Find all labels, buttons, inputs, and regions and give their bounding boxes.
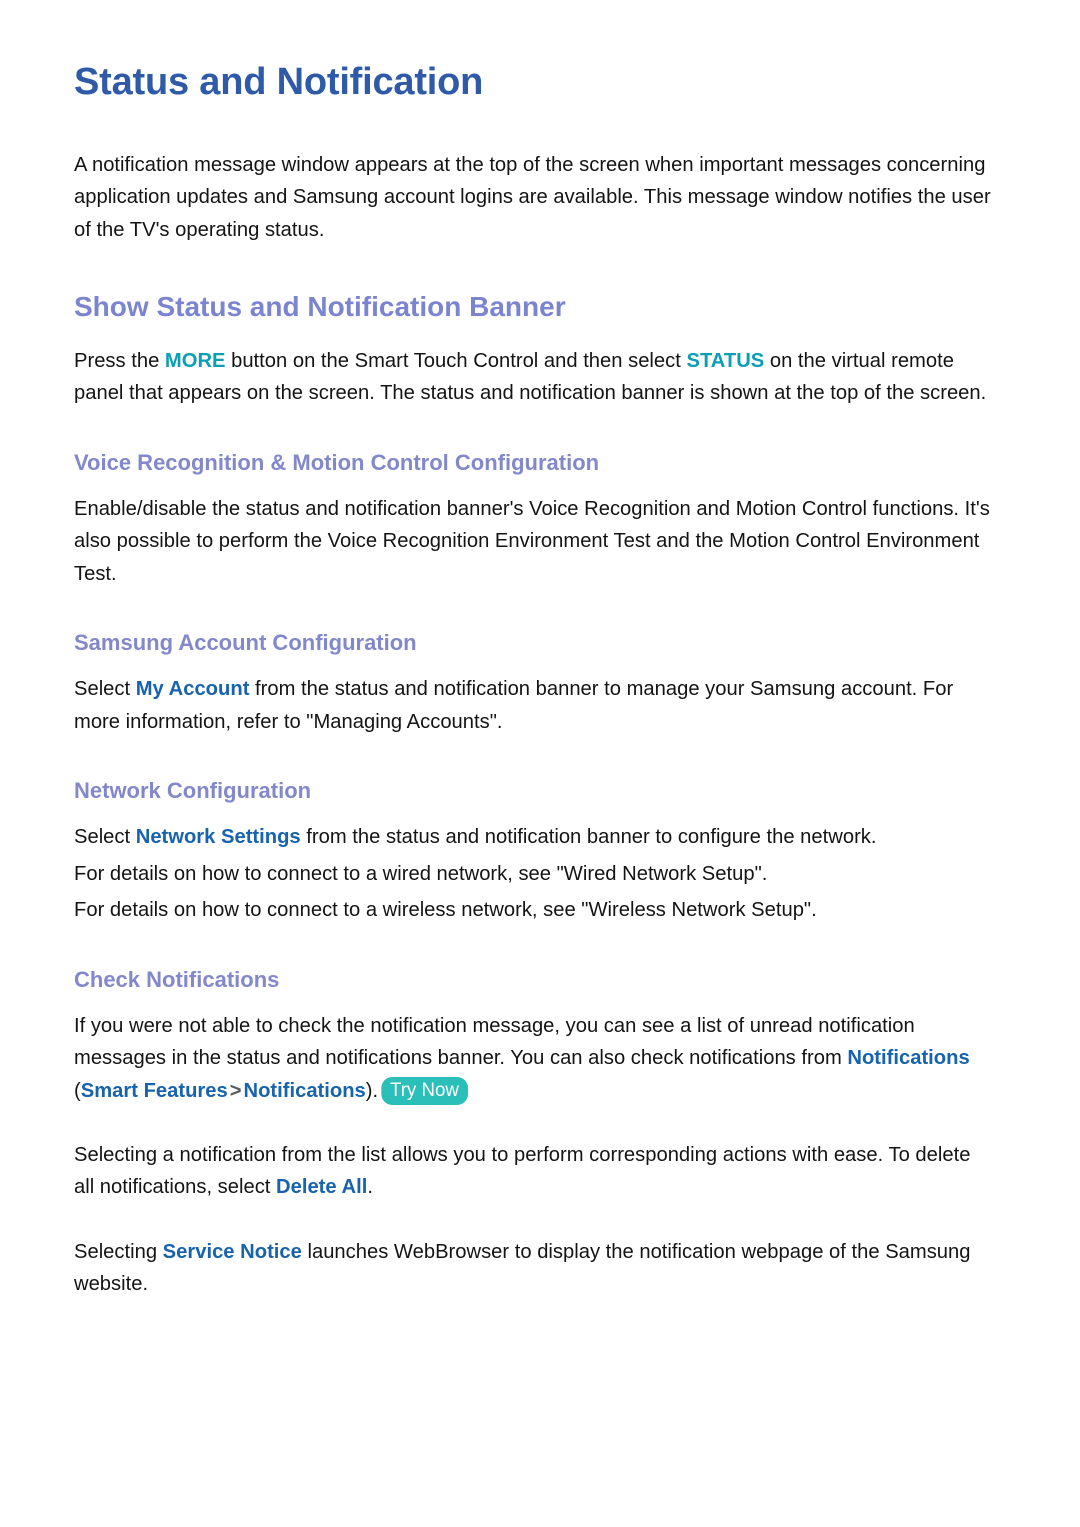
section-heading-show-status-banner: Show Status and Notification Banner (74, 291, 566, 323)
term-notifications-path[interactable]: Notifications (243, 1079, 365, 1102)
subsection-paragraph-voice-recognition: Enable/disable the status and notificati… (74, 497, 990, 585)
document-page: Status and Notification A notification m… (0, 0, 1080, 1527)
intro-paragraph: A notification message window appears at… (74, 153, 991, 241)
term-network-settings[interactable]: Network Settings (136, 825, 301, 848)
sub-heading-samsung-account-configuration: Samsung Account Configuration (74, 630, 417, 656)
text-fragment: Selecting (74, 1239, 163, 1263)
check-notifications-paragraph-1: If you were not able to check the notifi… (74, 1010, 996, 1107)
network-config-line-3: For details on how to connect to a wirel… (74, 898, 817, 922)
text-fragment: button on the Smart Touch Control and th… (225, 348, 687, 372)
sub-heading-voice-recognition-motion-control: Voice Recognition & Motion Control Confi… (74, 449, 600, 475)
page-title: Status and Notification (74, 61, 484, 103)
text-fragment: Select (74, 677, 136, 701)
text-fragment: from the status and notification banner … (300, 825, 877, 849)
path-separator-icon: > (229, 1078, 242, 1102)
text-fragment: Selecting a notification from the list a… (74, 1143, 971, 1199)
sub-heading-network-configuration: Network Configuration (74, 778, 312, 804)
term-delete-all[interactable]: Delete All (276, 1175, 367, 1198)
term-more[interactable]: MORE (165, 349, 226, 372)
term-my-account[interactable]: My Account (136, 677, 250, 700)
sub-heading-check-notifications: Check Notifications (74, 966, 280, 992)
close-paren: ). (365, 1078, 379, 1102)
text-fragment: Select (74, 825, 136, 849)
subsection-paragraph-samsung-account: Select My Account from the status and no… (74, 673, 996, 738)
network-config-line-2: For details on how to connect to a wired… (74, 861, 768, 885)
term-smart-features[interactable]: Smart Features (81, 1079, 228, 1102)
open-paren: ( (74, 1078, 81, 1102)
term-notifications[interactable]: Notifications (847, 1046, 969, 1069)
check-notifications-paragraph-3: Selecting Service Notice launches WebBro… (74, 1236, 996, 1301)
text-fragment: . (367, 1175, 373, 1199)
term-service-notice[interactable]: Service Notice (163, 1240, 302, 1263)
text-fragment: If you were not able to check the notifi… (74, 1013, 915, 1070)
try-now-badge[interactable]: Try Now (381, 1076, 468, 1105)
check-notifications-paragraph-2: Selecting a notification from the list a… (74, 1139, 996, 1204)
section-paragraph-show-status-banner: Press the MORE button on the Smart Touch… (74, 345, 996, 410)
text-fragment: Press the (74, 348, 165, 372)
network-config-line-1: Select Network Settings from the status … (74, 821, 996, 853)
term-status[interactable]: STATUS (686, 349, 764, 372)
